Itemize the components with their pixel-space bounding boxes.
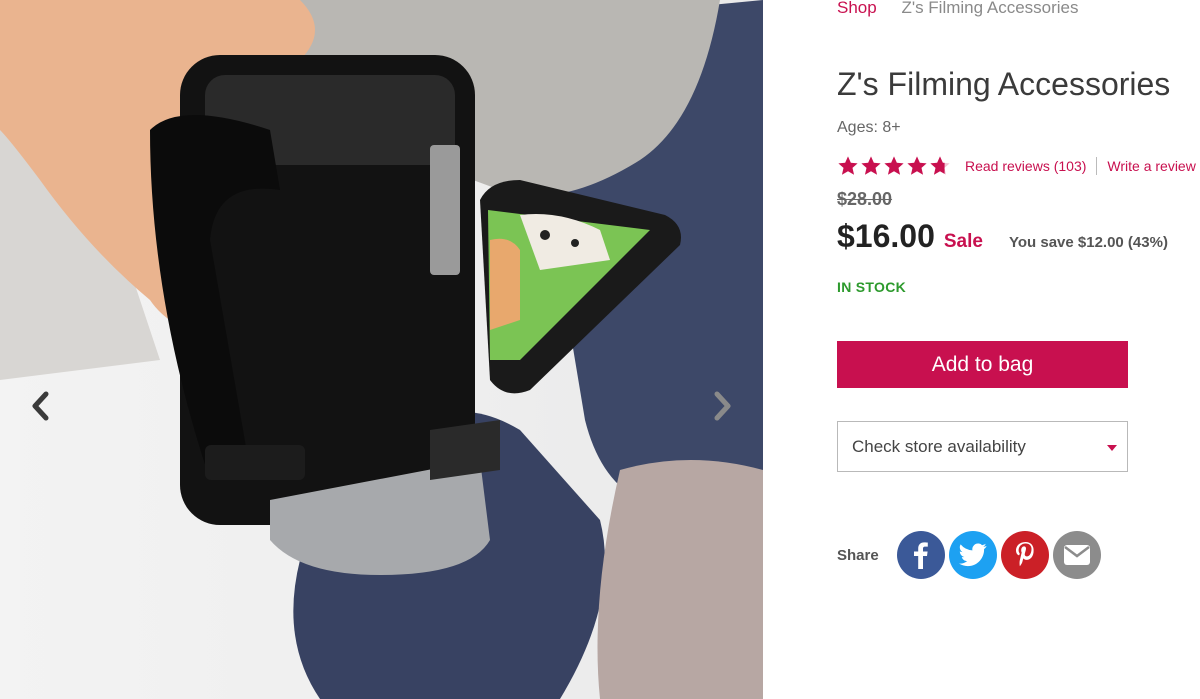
sale-price: $16.00: [837, 218, 935, 254]
read-reviews-link[interactable]: Read reviews (103): [965, 158, 1086, 174]
product-title: Z's Filming Accessories: [837, 66, 1171, 102]
product-details-panel: Shop Z's Filming Accessories Z's Filming…: [763, 0, 1200, 699]
twitter-icon: [958, 543, 987, 567]
facebook-icon: [913, 542, 928, 569]
caret-down-icon: [1107, 445, 1117, 451]
add-to-bag-button[interactable]: Add to bag: [837, 341, 1128, 388]
star-icon: [907, 156, 927, 175]
chevron-right-icon: [714, 391, 731, 421]
breadcrumb-shop-link[interactable]: Shop: [837, 0, 877, 17]
next-image-arrow[interactable]: [703, 384, 743, 428]
star-icon: [838, 156, 858, 175]
star-rating: [837, 155, 951, 177]
divider: [1096, 157, 1098, 175]
store-availability-label: Check store availability: [852, 436, 1026, 456]
price-row: $16.00 Sale You save $12.00 (43%): [837, 218, 1168, 255]
write-review-link[interactable]: Write a review: [1107, 158, 1195, 174]
product-image-gallery: [0, 0, 763, 699]
original-price: $28.00: [837, 189, 893, 209]
breadcrumb: Shop Z's Filming Accessories: [837, 0, 1079, 18]
twitter-share-button[interactable]: [948, 531, 997, 579]
savings-text: You save $12.00 (43%): [1008, 234, 1168, 251]
store-availability-dropdown[interactable]: Check store availability: [837, 421, 1128, 472]
previous-image-arrow[interactable]: [20, 384, 60, 428]
stock-status: IN STOCK: [837, 279, 907, 295]
product-ages: Ages: 8+: [837, 119, 901, 136]
share-row: Share: [837, 531, 1105, 579]
share-label: Share: [837, 546, 879, 564]
star-icon: [861, 156, 881, 175]
rating-row: Read reviews (103) Write a review: [837, 153, 1196, 179]
breadcrumb-current: Z's Filming Accessories: [901, 0, 1079, 17]
pinterest-share-button[interactable]: [1000, 531, 1049, 579]
email-icon: [1063, 545, 1090, 565]
facebook-share-button[interactable]: [896, 531, 945, 579]
chevron-left-icon: [32, 391, 49, 421]
email-share-button[interactable]: [1052, 531, 1101, 579]
star-icon: [884, 156, 904, 175]
star-half-icon: [930, 156, 950, 175]
sale-badge: Sale: [943, 231, 983, 252]
pinterest-icon: [1015, 542, 1034, 567]
product-photo: [0, 0, 763, 699]
